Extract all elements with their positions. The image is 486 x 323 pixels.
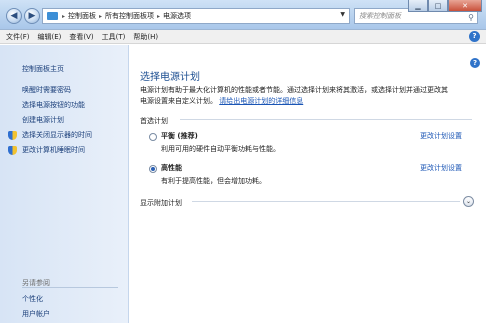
help-icon[interactable]: ?	[469, 31, 480, 42]
menu-bar: 文件(F) 编辑(E) 查看(V) 工具(T) 帮助(H) ?	[0, 30, 486, 44]
breadcrumb-separator-icon: ▸	[157, 12, 161, 20]
plan-balanced-name[interactable]: 平衡 (推荐)	[161, 131, 198, 141]
close-icon: ✕	[462, 1, 468, 10]
breadcrumb-item[interactable]: 控制面板	[68, 11, 96, 21]
minimize-icon: ▁	[415, 1, 421, 10]
sidebar-link-create-plan[interactable]: 创建电源计划	[22, 115, 64, 125]
back-button[interactable]: ◀	[6, 8, 22, 24]
menu-file[interactable]: 文件(F)	[6, 32, 30, 42]
sidebar-link-display-off[interactable]: 选择关闭显示器的时间	[22, 130, 92, 140]
forward-button[interactable]: ▶	[24, 8, 40, 24]
address-dropdown-icon[interactable]: ▼	[340, 11, 345, 18]
menu-help[interactable]: 帮助(H)	[133, 32, 158, 42]
back-arrow-icon: ◀	[10, 11, 18, 21]
sidebar-link-sleep-time[interactable]: 更改计算机睡眠时间	[22, 145, 85, 155]
plan-high-performance-desc: 有利于提高性能，但会增加功耗。	[161, 177, 266, 185]
plan-balanced-desc: 利用可用的硬件自动平衡功耗与性能。	[161, 145, 280, 153]
menu-view[interactable]: 查看(V)	[69, 32, 93, 42]
help-icon[interactable]: ?	[470, 58, 480, 68]
page-title: 选择电源计划	[140, 72, 200, 83]
shield-icon	[8, 146, 17, 155]
sidebar-link-wake-password[interactable]: 唤醒时需要密码	[22, 85, 71, 95]
plan-balanced-radio[interactable]	[149, 133, 157, 141]
close-button[interactable]: ✕	[448, 0, 482, 12]
extra-plans-divider	[192, 201, 460, 202]
address-bar[interactable]: ▸ 控制面板 ▸ 所有控制面板项 ▸ 电源选项 ▼	[42, 8, 350, 24]
see-also-divider	[22, 287, 118, 288]
chevron-down-icon[interactable]: ⌄	[463, 196, 474, 207]
minimize-button[interactable]: ▁	[408, 0, 428, 12]
main-content: ? 选择电源计划 电源计划有助于最大化计算机的性能或者节能。通过选择计划来将其激…	[130, 45, 486, 323]
forward-arrow-icon: ▶	[28, 11, 36, 21]
search-icon[interactable]: ⚲	[468, 11, 474, 25]
maximize-button[interactable]: □	[428, 0, 448, 12]
breadcrumb-separator-icon: ▸	[99, 12, 103, 20]
window-controls: ▁ □ ✕	[408, 0, 482, 12]
maximize-icon: □	[434, 1, 442, 10]
plan-balanced-change-link[interactable]: 更改计划设置	[420, 131, 462, 141]
plan-high-performance-radio[interactable]	[149, 165, 157, 173]
page-description: 电源计划有助于最大化计算机的性能或者节能。通过选择计划来将其激活，或选择计划并通…	[140, 85, 470, 107]
breadcrumb-separator-icon: ▸	[62, 12, 66, 20]
sidebar-home-link[interactable]: 控制面板主页	[22, 64, 64, 74]
group-title: 首选计划	[140, 117, 168, 125]
sidebar: 控制面板主页 唤醒时需要密码 选择电源按钮的功能 创建电源计划 选择关闭显示器的…	[0, 45, 129, 323]
control-panel-icon	[47, 12, 58, 20]
shield-icon	[8, 131, 17, 140]
plan-high-performance-change-link[interactable]: 更改计划设置	[420, 163, 462, 173]
see-also-personalization[interactable]: 个性化	[22, 294, 43, 304]
menu-edit[interactable]: 编辑(E)	[38, 32, 62, 42]
plan-high-performance-name[interactable]: 高性能	[161, 163, 182, 173]
sidebar-link-power-buttons[interactable]: 选择电源按钮的功能	[22, 100, 85, 110]
search-placeholder: 搜索控制面板	[359, 12, 401, 20]
menu-tools[interactable]: 工具(T)	[102, 32, 126, 42]
group-divider	[180, 119, 472, 120]
extra-plans-label[interactable]: 显示附加计划	[140, 198, 182, 208]
description-text: 电源设置来自定义计划。	[140, 97, 217, 105]
breadcrumb-item[interactable]: 电源选项	[163, 11, 191, 21]
description-text: 电源计划有助于最大化计算机的性能或者节能。通过选择计划来将其激活，或选择计划并通…	[140, 86, 448, 94]
title-bar: ◀ ▶ ▸ 控制面板 ▸ 所有控制面板项 ▸ 电源选项 ▼ 搜索控制面板 ⚲ ▁…	[0, 0, 486, 30]
plan-details-link[interactable]: 请给出电源计划的详细信息	[219, 97, 303, 105]
breadcrumb-item[interactable]: 所有控制面板项	[105, 11, 154, 21]
see-also-user-accounts[interactable]: 用户帐户	[22, 309, 50, 319]
